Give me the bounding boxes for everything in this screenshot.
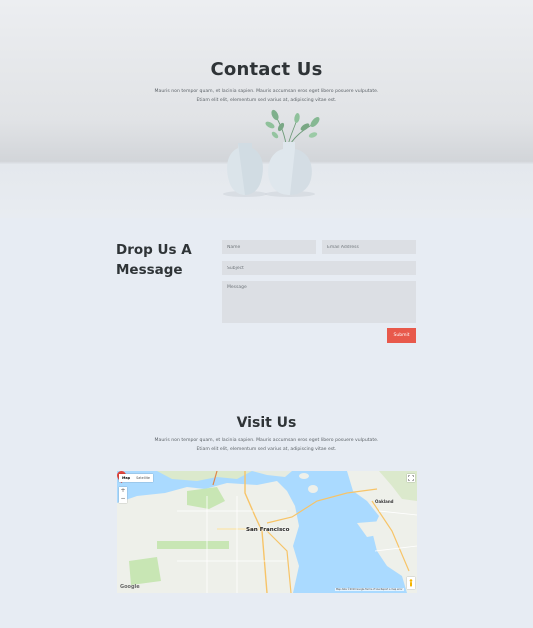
map-type-map-button[interactable]: Map [119,474,133,482]
zoom-in-button[interactable]: + [119,487,127,495]
map-type-control: Map Satellite [119,474,153,482]
map[interactable]: San Francisco Oakland Map Satellite + − … [117,471,417,593]
name-field[interactable] [222,240,316,254]
zoom-out-button[interactable]: − [119,495,127,503]
form-heading: Drop Us A Message [116,242,192,278]
hero-subtitle: Mauris non tempor quam, et lacinia sapie… [154,89,379,103]
fullscreen-button[interactable] [407,474,415,482]
submit-button[interactable]: Submit [387,328,416,343]
vases-image [223,109,320,197]
map-type-satellite-button[interactable]: Satellite [133,474,153,482]
street-view-button[interactable] [407,577,415,589]
pegman-icon [409,579,413,587]
google-logo: Google [120,584,140,590]
fullscreen-icon [408,475,414,481]
visit-title: Visit Us [236,415,297,431]
visit-subtitle: Mauris non tempor quam, et lacinia sapie… [154,438,379,452]
map-city-label: San Francisco [246,527,290,533]
zoom-control: + − [119,487,127,503]
email-field[interactable] [322,240,416,254]
message-field[interactable] [222,281,416,323]
subject-field[interactable] [222,261,416,275]
map-footer: Map data ©2019 Google Terms of Use Repor… [335,588,404,591]
map-nearby-city-label: Oakland [375,499,394,504]
page-title: Contact Us [210,59,323,80]
hero-section: Contact Us Mauris non tempor quam, et la… [0,0,533,218]
